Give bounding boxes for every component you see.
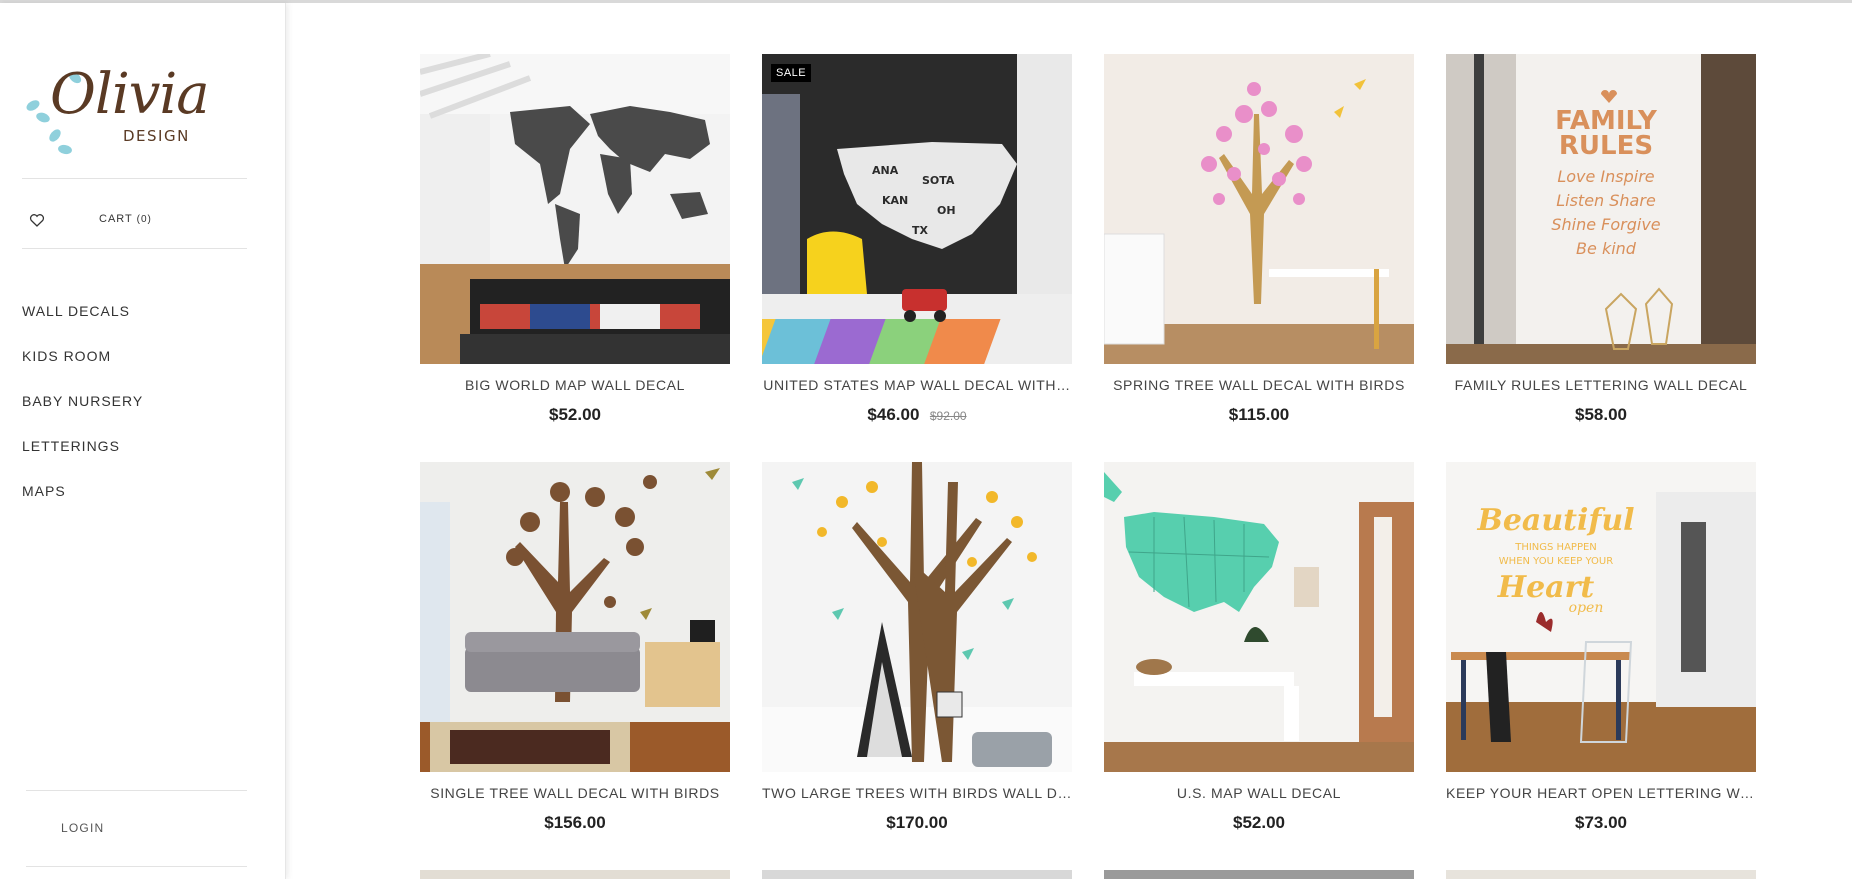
price-row: $52.00 [1104,813,1414,833]
product-title[interactable]: U.S. MAP WALL DECAL [1104,785,1414,801]
cart-label: CART [99,213,133,225]
product-title[interactable]: SPRING TREE WALL DECAL WITH BIRDS [1104,377,1414,393]
product-price: $156.00 [544,813,606,832]
decal-text: WHEN YOU KEEP YOUR [1499,556,1613,567]
svg-text:OH: OH [937,204,956,217]
decal-text: RULES [1559,131,1653,161]
product-price: $115.00 [1228,405,1290,424]
divider [26,866,247,867]
nav-item-baby-nursery[interactable]: BABY NURSERY [22,389,143,434]
category-nav: WALL DECALS KIDS ROOM BABY NURSERY LETTE… [22,299,143,524]
product-image[interactable] [420,54,730,364]
decal-text: Shine Forgive [1551,215,1660,234]
product-price: $170.00 [886,813,948,832]
product-card[interactable]: SINGLE TREE WALL DECAL WITH BIRDS $156.0… [420,462,730,842]
product-card[interactable]: U.S. MAP WALL DECAL $52.00 [1104,462,1414,842]
sale-badge: SALE [771,64,812,82]
price-row: $115.00 [1104,405,1414,425]
logo-subtitle: DESIGN [123,127,190,145]
product-price: $52.00 [1233,813,1285,832]
decal-text: Listen Share [1556,191,1656,210]
nav-item-kids-room[interactable]: KIDS ROOM [22,344,143,389]
product-image[interactable] [1104,462,1414,772]
price-row: $52.00 [420,405,730,425]
cart-row: CART (0) [22,210,247,234]
product-title[interactable]: BIG WORLD MAP WALL DECAL [420,377,730,393]
product-image-partial[interactable] [420,870,730,879]
product-image[interactable]: ANA SOTA KAN OH TX [762,54,1072,364]
product-image[interactable] [1104,54,1414,364]
decal-text: open [1569,600,1604,616]
brand-logo[interactable]: Olivia DESIGN [20,62,210,156]
product-card[interactable]: SPRING TREE WALL DECAL WITH BIRDS $115.0… [1104,54,1414,434]
product-image-partial[interactable] [1446,870,1756,879]
svg-text:ANA: ANA [872,164,899,177]
product-title[interactable]: KEEP YOUR HEART OPEN LETTERING WA… [1446,785,1756,801]
product-title[interactable]: UNITED STATES MAP WALL DECAL WITH… [762,377,1072,393]
svg-text:TX: TX [912,224,929,237]
divider [22,178,247,179]
price-row: $58.00 [1446,405,1756,425]
product-image-partial[interactable] [762,870,1072,879]
cart-count: (0) [136,214,152,225]
product-title[interactable]: FAMILY RULES LETTERING WALL DECAL [1446,377,1756,393]
product-image[interactable]: FAMILY RULES Love Inspire Listen Share S… [1446,54,1756,364]
price-row: $170.00 [762,813,1072,833]
leaf-icon [47,127,63,144]
leaf-icon [24,98,42,113]
heart-icon[interactable] [29,212,45,228]
product-price: $73.00 [1575,813,1627,832]
svg-text:KAN: KAN [882,194,908,207]
nav-item-maps[interactable]: MAPS [22,479,143,524]
product-image[interactable] [420,462,730,772]
product-card[interactable]: SALE ANA SOTA KAN OH TX UNITED STATES MA… [762,54,1072,434]
product-card[interactable]: Beautiful THINGS HAPPEN WHEN YOU KEEP YO… [1446,462,1756,842]
decal-text: Beautiful [1476,503,1634,538]
nav-item-wall-decals[interactable]: WALL DECALS [22,299,143,344]
decal-text: Be kind [1576,239,1637,258]
product-card[interactable]: TWO LARGE TREES WITH BIRDS WALL D… $170.… [762,462,1072,842]
product-card[interactable]: BIG WORLD MAP WALL DECAL $52.00 [420,54,730,434]
decal-text: THINGS HAPPEN [1514,542,1597,553]
divider [22,248,247,249]
product-image[interactable] [762,462,1072,772]
price-row: $73.00 [1446,813,1756,833]
login-link[interactable]: LOGIN [61,821,104,835]
product-price: $52.00 [549,405,601,424]
product-price: $58.00 [1575,405,1627,424]
decal-text: Love Inspire [1557,167,1654,186]
nav-item-letterings[interactable]: LETTERINGS [22,434,143,479]
product-title[interactable]: SINGLE TREE WALL DECAL WITH BIRDS [420,785,730,801]
divider [26,790,247,791]
product-card[interactable]: FAMILY RULES Love Inspire Listen Share S… [1446,54,1756,434]
price-row: $156.00 [420,813,730,833]
svg-text:SOTA: SOTA [922,174,955,187]
product-title[interactable]: TWO LARGE TREES WITH BIRDS WALL D… [762,785,1072,801]
cart-link[interactable]: CART (0) [99,213,152,225]
product-price: $46.00 [867,405,920,424]
leaf-icon [57,143,73,156]
product-image-partial[interactable] [1104,870,1414,879]
sidebar: Olivia DESIGN CART (0) WALL DECALS KIDS … [0,3,286,879]
price-row: $46.00 $92.00 [762,405,1072,425]
leaf-icon [34,110,52,125]
product-image[interactable]: Beautiful THINGS HAPPEN WHEN YOU KEEP YO… [1446,462,1756,772]
logo-wordmark: Olivia [50,62,210,127]
product-old-price: $92.00 [929,409,967,423]
